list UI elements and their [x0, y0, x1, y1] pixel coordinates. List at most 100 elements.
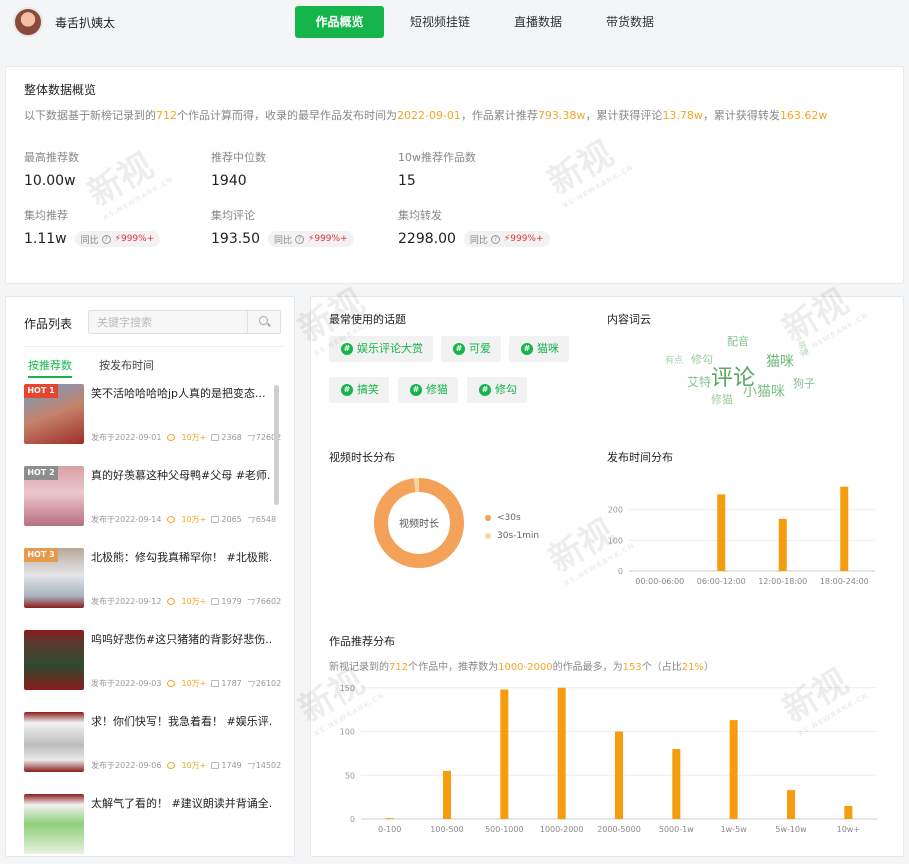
item-title[interactable]: 太解气了看的！ #建议朗读并背诵全... — [91, 795, 271, 811]
bar — [729, 720, 738, 819]
help-icon[interactable]: ? — [101, 234, 111, 244]
list-item[interactable]: HOT 3 北极熊：修勾我真稀罕你！ #北极熊... 发布于2022-09-12… — [24, 548, 281, 616]
list-item[interactable]: 呜呜好悲伤#这只猪猪的背影好悲伤... 发布于2022-09-03 10万+ 178… — [24, 630, 281, 698]
stat-max-recommend: 最高推荐数 10.00w — [24, 151, 79, 189]
bar — [672, 749, 681, 819]
overview-description: 以下数据基于新榜记录到的712个作品计算而得，收录的最早作品发布时间为2022-… — [24, 109, 828, 122]
like-icon — [166, 516, 175, 523]
list-item[interactable]: 求！你们快写！我急着看！ #娱乐评... 发布于2022-09-06 10万+ 17… — [24, 712, 281, 780]
help-icon[interactable]: ? — [490, 234, 500, 244]
yoy-badge: 同比? ⚡999%+ — [463, 231, 550, 247]
topic-tag[interactable]: 娱乐评论大赏 — [329, 336, 433, 362]
topic-tag[interactable]: 猫咪 — [509, 336, 569, 362]
x-tick-label: 100-500 — [430, 825, 463, 834]
word-cloud-word: 修猫 — [711, 393, 733, 406]
video-thumbnail[interactable] — [24, 712, 84, 772]
word-cloud-word: 小猫咪 — [743, 384, 785, 400]
stat-10w-works: 10w推荐作品数 15 — [398, 151, 476, 189]
item-title[interactable]: 求！你们快写！我急着看！ #娱乐评... — [91, 713, 271, 729]
publish-time-chart: 0 100 200 00:00-06:00 06:00-12:00 12:00-18:00… — [608, 486, 875, 586]
share-icon — [245, 762, 255, 769]
item-meta: 发布于2022-09-14 10万+ 2065 6548 — [91, 515, 277, 524]
list-item[interactable]: HOT 1 笑不活哈哈哈哈jp人真的是把变态... 发布于2022-09-01 1… — [24, 384, 281, 452]
duration-title: 视频时长分布 — [329, 451, 395, 464]
x-tick-label: 18:00-24:00 — [820, 577, 869, 586]
video-thumbnail[interactable] — [24, 794, 84, 854]
item-meta: 发布于2022-09-12 10万+ 1979 76602 — [91, 597, 282, 606]
recommend-dist-title: 作品推荐分布 — [329, 635, 395, 648]
x-tick-label: 5000-1w — [659, 825, 694, 834]
y-tick-label: 0 — [618, 567, 623, 576]
tab-sales-data[interactable]: 带货数据 — [584, 6, 676, 38]
y-tick-label: 150 — [340, 684, 355, 693]
search-box — [88, 310, 281, 334]
video-thumbnail[interactable]: HOT 2 — [24, 466, 84, 526]
search-icon[interactable] — [247, 311, 280, 333]
topic-tag[interactable]: 搞笑 — [329, 377, 389, 403]
x-tick-label: 1000-2000 — [540, 825, 584, 834]
stat-avg-comment: 集均评论 193.50 同比? ⚡999%+ — [211, 207, 354, 247]
help-icon[interactable]: ? — [295, 234, 305, 244]
bar — [615, 731, 623, 819]
word-cloud-word: 狗子 — [793, 377, 815, 390]
tab-short-video-links[interactable]: 短视频挂链 — [388, 6, 492, 38]
item-meta: 发布于2022-09-03 10万+ 1787 26102 — [91, 679, 282, 688]
list-scrollbar[interactable] — [274, 385, 279, 505]
tab-works-overview[interactable]: 作品概览 — [295, 6, 384, 38]
y-tick-label: 100 — [608, 536, 623, 545]
item-meta: 发布于2022-09-01 10万+ 2368 72602 — [91, 433, 282, 442]
x-tick-label: 12:00-18:00 — [758, 577, 807, 586]
topic-tag[interactable]: 修猫 — [398, 377, 458, 403]
item-title[interactable]: 笑不活哈哈哈哈jp人真的是把变态... — [91, 385, 271, 401]
list-item[interactable]: 太解气了看的！ #建议朗读并背诵全... — [24, 794, 276, 862]
item-title[interactable]: 真的好羡慕这种父母鸭#父母 #老师... — [91, 467, 271, 483]
sort-by-time-tab[interactable]: 按发布时间 — [99, 357, 154, 373]
bar — [778, 518, 787, 571]
topic-tag[interactable]: 可爱 — [441, 336, 501, 362]
top-bar: 毒舌扒姨太 作品概览 短视频挂链 直播数据 带货数据 — [0, 0, 909, 50]
yoy-badge: 同比? ⚡999%+ — [74, 231, 161, 247]
bar — [385, 818, 394, 819]
sort-by-recommend-tab[interactable]: 按推荐数 — [28, 357, 72, 378]
wordcloud-title: 内容词云 — [607, 313, 651, 326]
x-tick-label: 5w-10w — [775, 825, 807, 834]
divider — [24, 346, 284, 347]
recommend-dist-desc: 新视记录到的712个作品中，推荐数为1000-2000的作品最多，为153个（占… — [329, 662, 714, 673]
bar — [840, 486, 849, 571]
y-tick-label: 200 — [608, 506, 623, 515]
bar — [500, 689, 509, 819]
topics-title: 最常使用的话题 — [329, 313, 406, 326]
bar — [787, 790, 795, 819]
x-tick-label: 00:00-06:00 — [635, 577, 684, 586]
video-thumbnail[interactable]: HOT 3 — [24, 548, 84, 608]
tab-live-data[interactable]: 直播数据 — [492, 6, 584, 38]
comment-icon — [211, 516, 220, 523]
item-title[interactable]: 北极熊：修勾我真稀罕你！ #北极熊... — [91, 549, 271, 565]
item-meta: 发布于2022-09-06 10万+ 1749 14502 — [91, 761, 282, 770]
x-tick-label: 06:00-12:00 — [697, 577, 746, 586]
topic-tag[interactable]: 修勾 — [467, 377, 527, 403]
duration-legend: <30s 30s-1min — [485, 513, 539, 541]
item-title[interactable]: 呜呜好悲伤#这只猪猪的背影好悲伤... — [91, 631, 271, 647]
word-cloud-word: 修勾 — [691, 353, 713, 366]
main-tabs: 作品概览 短视频挂链 直播数据 带货数据 — [295, 6, 676, 38]
x-tick-label: 1w-5w — [721, 825, 748, 834]
x-tick-label: 0-100 — [378, 825, 401, 834]
avatar[interactable] — [13, 7, 43, 37]
share-icon — [245, 598, 255, 605]
video-thumbnail[interactable]: HOT 1 — [24, 384, 84, 444]
search-input[interactable] — [89, 311, 249, 333]
bar — [443, 770, 451, 819]
list-item[interactable]: HOT 2 真的好羡慕这种父母鸭#父母 #老师... 发布于2022-09-14… — [24, 466, 276, 534]
stat-avg-share: 集均转发 2298.00 同比? ⚡999%+ — [398, 207, 550, 247]
x-tick-label: 500-1000 — [485, 825, 524, 834]
bar — [557, 687, 566, 819]
publish-time-title: 发布时间分布 — [607, 451, 673, 464]
overview-title: 整体数据概览 — [24, 83, 97, 97]
word-cloud-word: 有点 — [665, 356, 684, 366]
recommend-dist-chart: 0 50 100 150 0-100 100-500 500-1000 1000-2000 20… — [340, 684, 877, 834]
comment-icon — [211, 598, 220, 605]
account-name: 毒舌扒姨太 — [55, 16, 116, 30]
word-cloud-word: 萌宠 — [796, 339, 810, 358]
video-thumbnail[interactable] — [24, 630, 84, 690]
